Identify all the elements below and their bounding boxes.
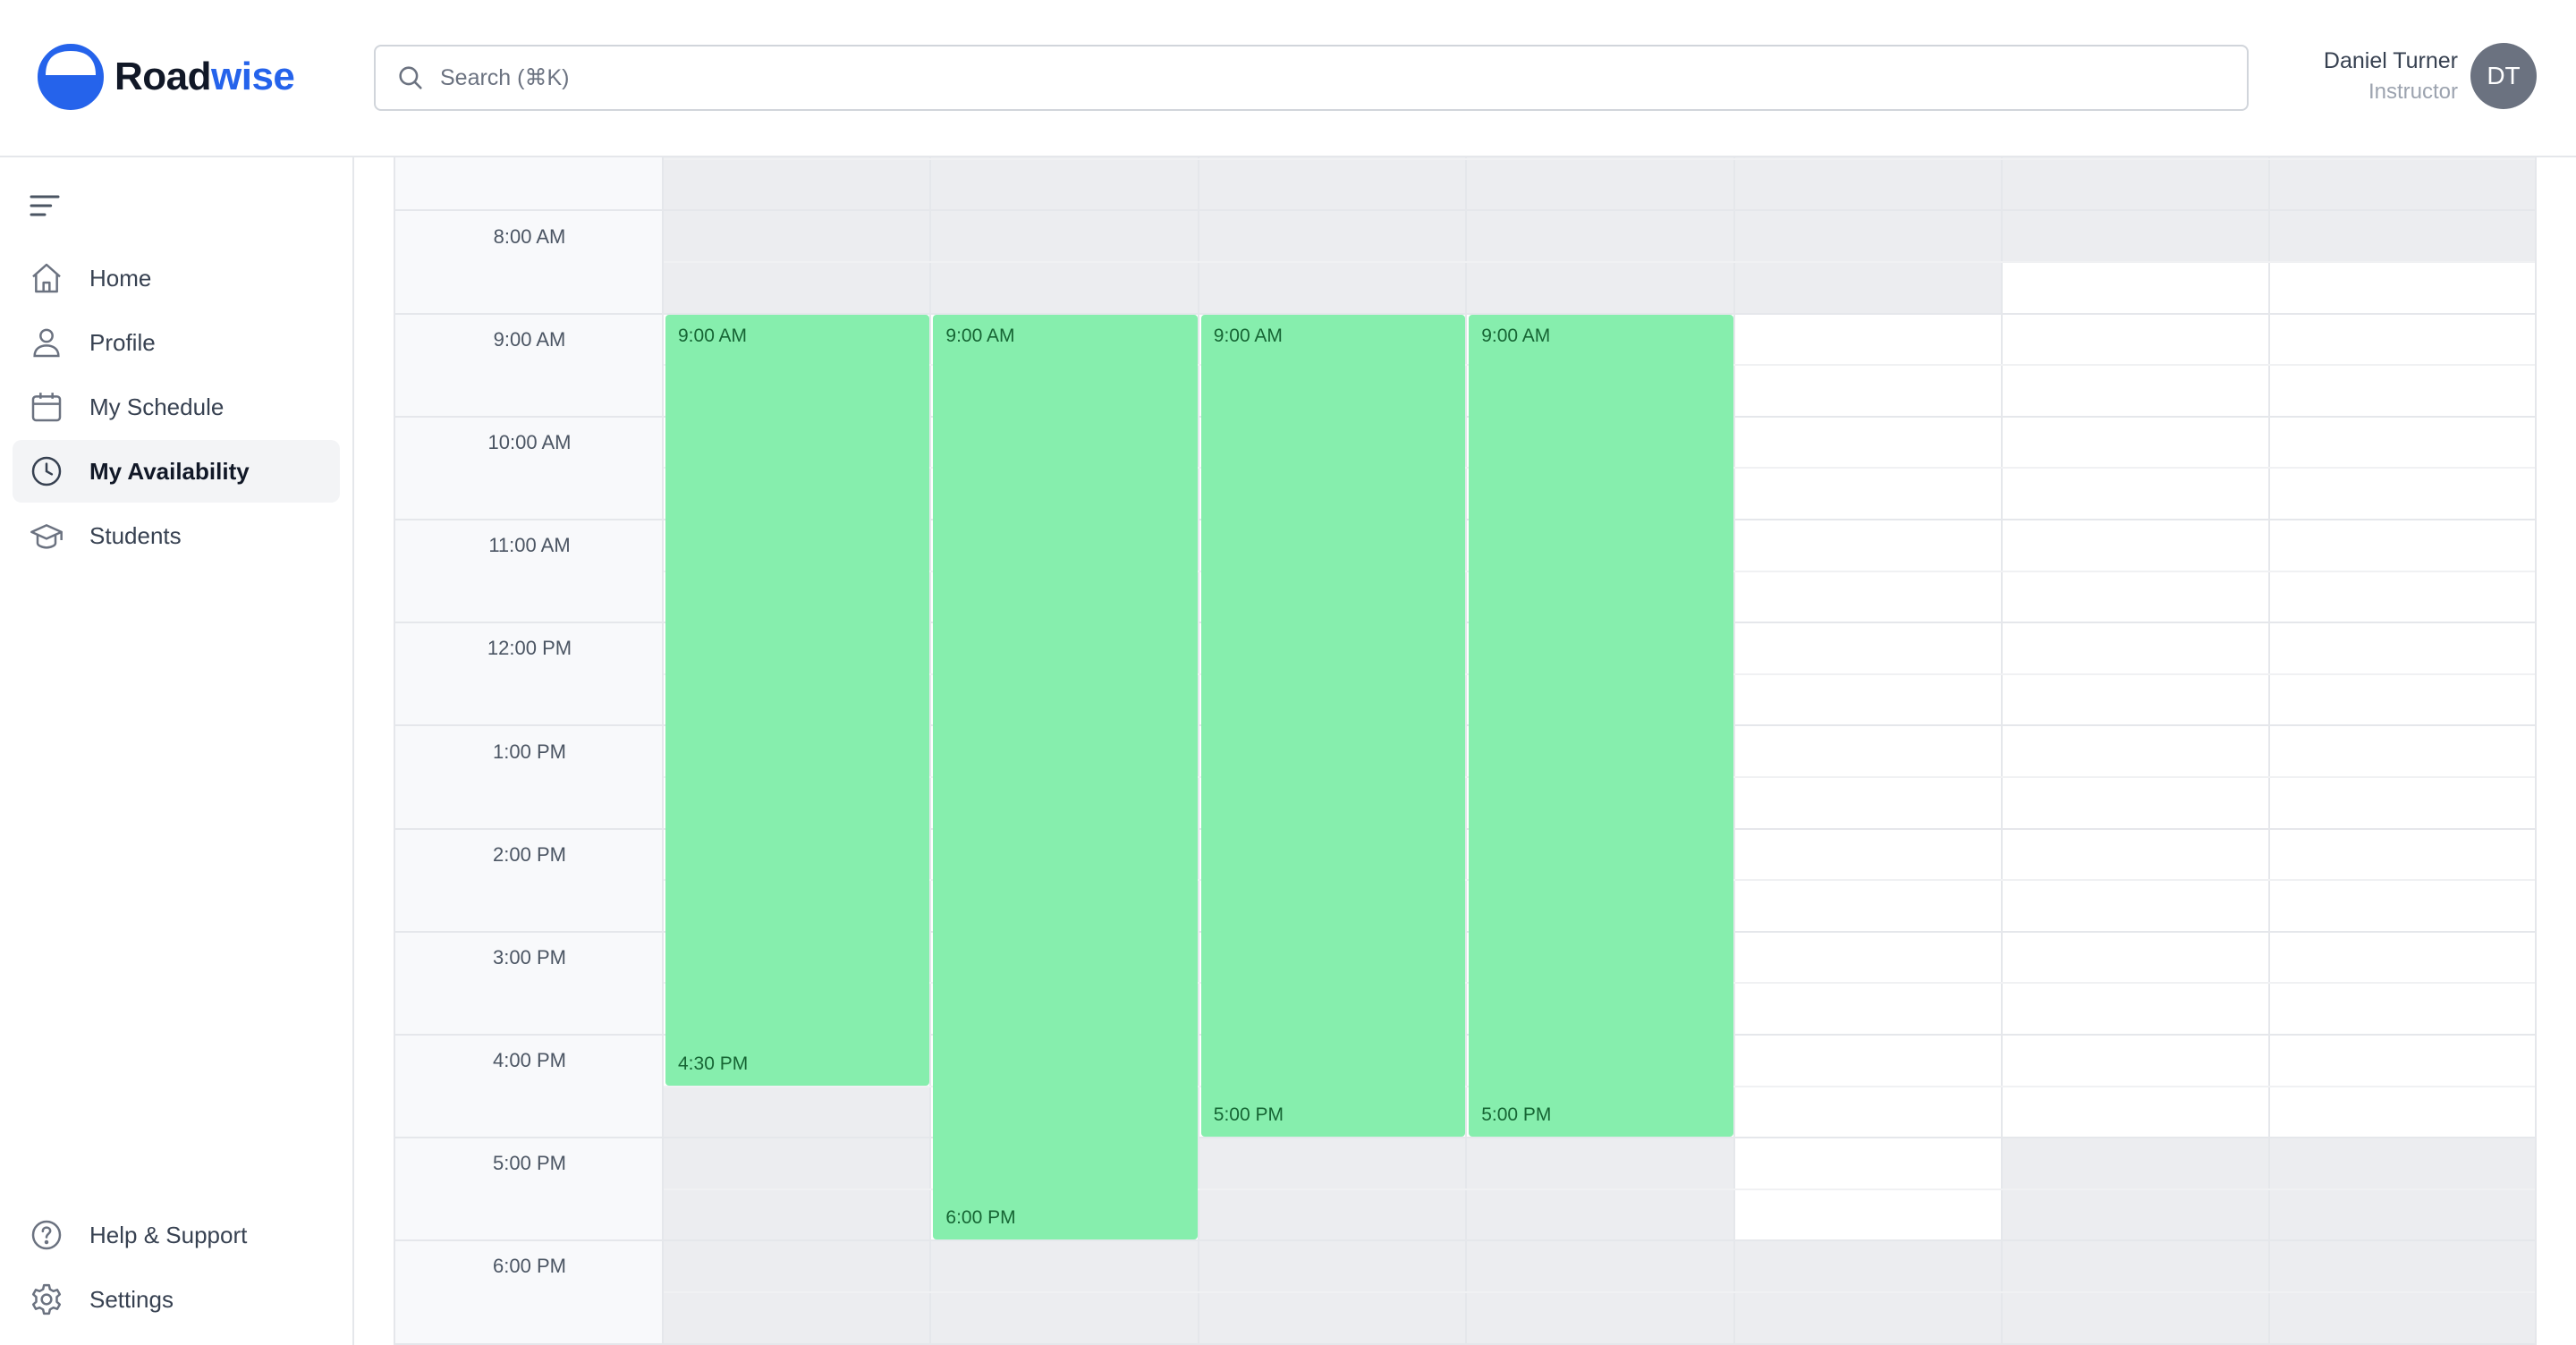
search-icon [399, 66, 422, 89]
hour-gridline [395, 1239, 2535, 1242]
hour-gridline [395, 209, 2535, 212]
sidebar-item-label: Profile [89, 328, 156, 356]
user-name: Daniel Turner [2323, 47, 2458, 73]
time-label: 5:00 PM [493, 1152, 566, 1174]
home-icon [29, 260, 64, 296]
time-label: 3:00 PM [493, 946, 566, 969]
user-icon [29, 325, 64, 360]
sidebar-item-settings[interactable]: Settings [13, 1268, 340, 1331]
time-column: 8:00 AM 9:00 AM 10:00 AM 11:00 AM 12:00 … [395, 157, 664, 1345]
time-label: 10:00 AM [487, 431, 572, 453]
sidebar-item-students[interactable]: Students [13, 504, 340, 567]
graduation-cap-icon [29, 518, 64, 554]
sidebar-item-help-support[interactable]: Help & Support [13, 1204, 340, 1266]
unavailable-block [1199, 157, 1466, 313]
avatar[interactable]: DT [2470, 43, 2537, 109]
slot-end-time: 4:30 PM [678, 1053, 749, 1074]
user-info: Daniel Turner Instructor [2324, 48, 2458, 105]
time-label: 2:00 PM [493, 843, 566, 866]
brand-name-part1: Road [114, 55, 212, 98]
availability-slot[interactable]: 9:00 AM 5:00 PM [1200, 314, 1466, 1138]
sidebar: Home Profile My Schedule My Availability… [0, 157, 354, 1345]
day-column[interactable] [1734, 157, 2003, 1345]
slot-end-time: 5:00 PM [1213, 1104, 1284, 1126]
time-label: 6:00 PM [493, 1255, 566, 1277]
brand-name-part2: wise [211, 55, 295, 98]
sidebar-item-label: Help & Support [89, 1221, 248, 1248]
brand-name: Roadwise [114, 55, 295, 99]
slot-start-time: 9:00 AM [1213, 325, 1283, 346]
gear-icon [29, 1282, 64, 1317]
unavailable-block [1467, 157, 1733, 313]
hour-gridline [395, 1342, 2535, 1345]
time-label: 4:00 PM [493, 1049, 566, 1071]
sidebar-item-label: My Availability [89, 457, 250, 485]
availability-calendar[interactable]: 8:00 AM 9:00 AM 10:00 AM 11:00 AM 12:00 … [394, 157, 2537, 1345]
sidebar-item-my-schedule[interactable]: My Schedule [13, 376, 340, 438]
half-hour-gridline [664, 1291, 2535, 1293]
half-hour-gridline [664, 157, 2535, 160]
clock-icon [29, 453, 64, 489]
time-label: 8:00 AM [493, 225, 566, 248]
half-hour-gridline [664, 261, 2535, 263]
unavailable-block [664, 157, 930, 313]
help-icon [29, 1217, 64, 1253]
unavailable-block [1734, 157, 2001, 313]
time-label: 11:00 AM [488, 534, 571, 556]
roadwise-logo[interactable]: Roadwise [38, 43, 295, 111]
slot-start-time: 9:00 AM [1481, 325, 1551, 346]
day-column[interactable] [2270, 157, 2535, 1345]
sidebar-item-home[interactable]: Home [13, 247, 340, 309]
logo-icon [38, 44, 104, 110]
sidebar-item-label: Home [89, 264, 152, 292]
hour-gridline [395, 1137, 2535, 1139]
slot-start-time: 9:00 AM [945, 325, 1015, 346]
search-input[interactable] [440, 64, 2140, 91]
sidebar-item-profile[interactable]: Profile [13, 311, 340, 374]
slot-end-time: 6:00 PM [945, 1207, 1016, 1229]
top-header: Roadwise Daniel Turner Instructor DT [0, 0, 2576, 157]
slot-end-time: 5:00 PM [1481, 1104, 1552, 1126]
unavailable-block [664, 1085, 930, 1345]
unavailable-block [931, 157, 1198, 313]
availability-slot[interactable]: 9:00 AM 4:30 PM [665, 314, 930, 1086]
day-column[interactable] [2003, 157, 2271, 1345]
user-role: Instructor [2368, 79, 2458, 104]
time-label: 1:00 PM [493, 740, 566, 763]
availability-slot[interactable]: 9:00 AM 6:00 PM [933, 314, 1198, 1240]
sidebar-item-label: Settings [89, 1285, 174, 1313]
sidebar-item-label: My Schedule [89, 393, 225, 420]
slot-start-time: 9:00 AM [678, 325, 748, 346]
sidebar-item-my-availability[interactable]: My Availability [13, 440, 340, 503]
time-label: 9:00 AM [493, 328, 566, 351]
search-box[interactable] [374, 45, 2249, 111]
time-label: 12:00 PM [487, 637, 572, 659]
user-menu[interactable]: Daniel Turner Instructor DT [2324, 43, 2537, 109]
availability-slot[interactable]: 9:00 AM 5:00 PM [1469, 314, 1733, 1138]
menu-toggle-icon[interactable] [27, 188, 63, 224]
sidebar-item-label: Students [89, 521, 182, 549]
calendar-icon [29, 389, 64, 425]
